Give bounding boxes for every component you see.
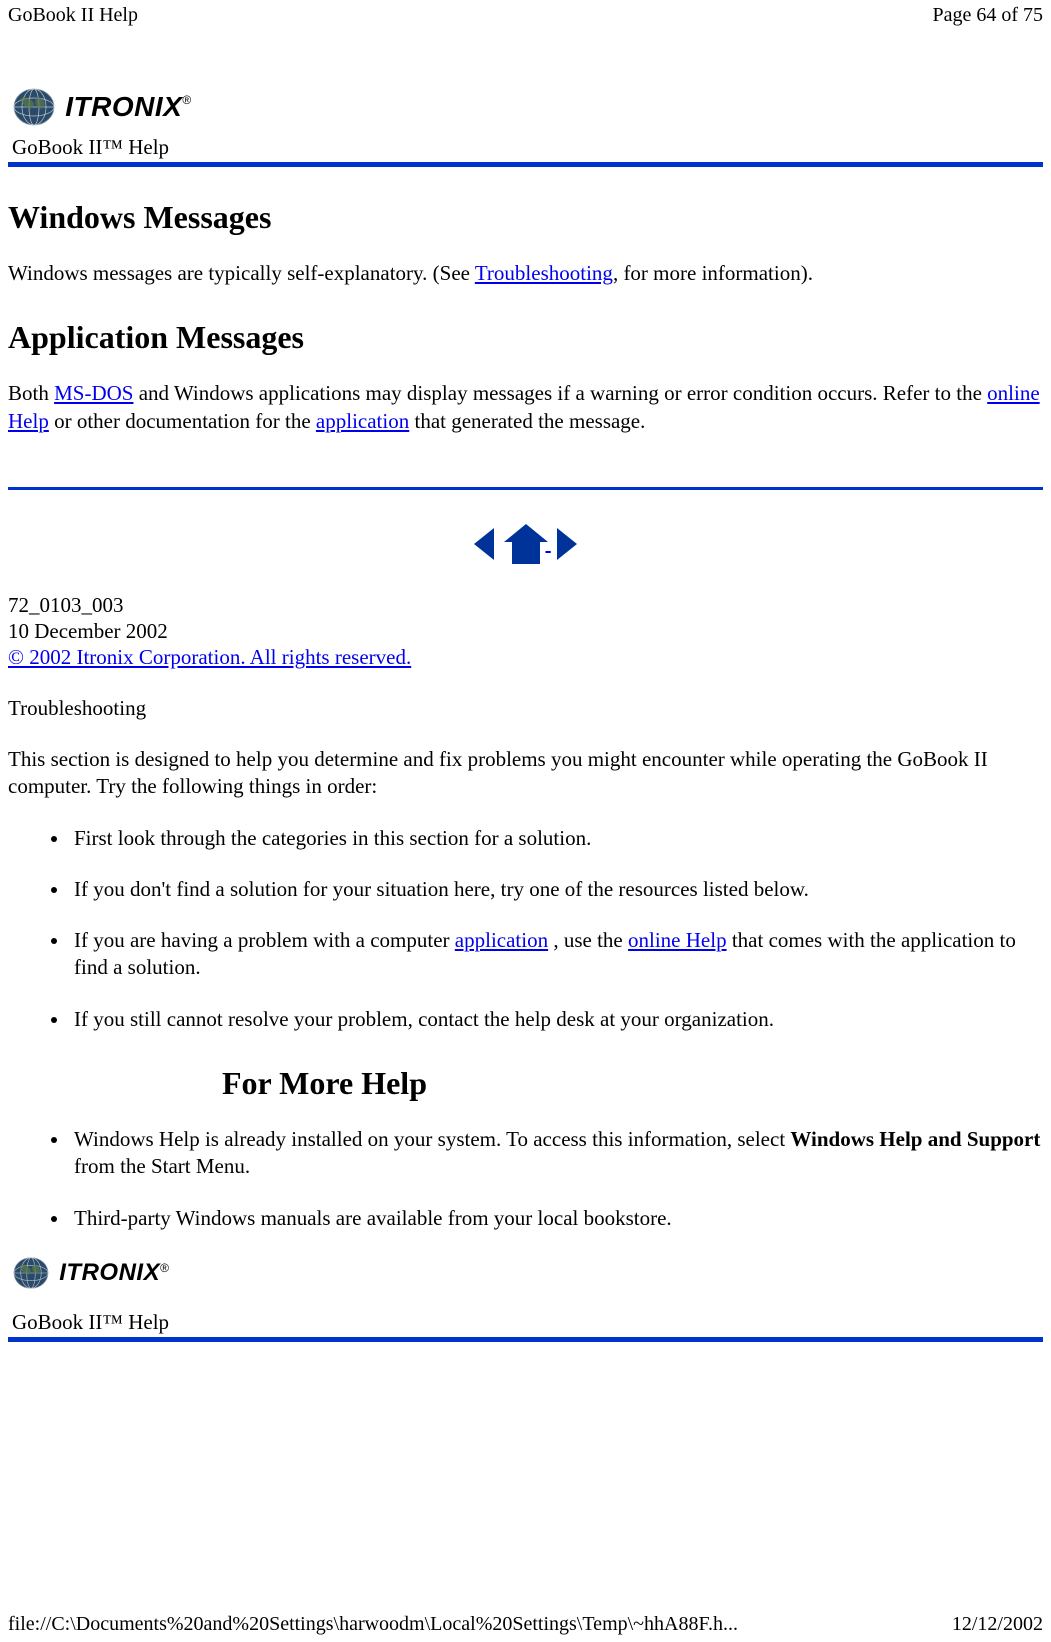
heading-windows-messages: Windows Messages	[8, 199, 1043, 236]
bold-windows-help: Windows Help and Support	[790, 1127, 1040, 1151]
list-item: First look through the categories in thi…	[70, 825, 1043, 852]
doc-date: 10 December 2002	[8, 618, 1043, 644]
list-item: If you are having a problem with a compu…	[70, 927, 1043, 982]
footer-path: file://C:\Documents%20and%20Settings\har…	[8, 1613, 738, 1636]
nav-prev-button[interactable]	[474, 530, 500, 554]
paragraph-windows-messages: Windows messages are typically self-expl…	[8, 260, 1043, 287]
arrow-left-icon	[474, 528, 494, 560]
divider	[8, 487, 1043, 490]
logo-block-2: ITRONIX®	[12, 1256, 1043, 1290]
home-icon	[506, 524, 546, 564]
list-item: Windows Help is already installed on you…	[70, 1126, 1043, 1181]
logo-text-2: ITRONIX®	[59, 1259, 169, 1287]
link-copyright[interactable]: © 2002 Itronix Corporation. All rights r…	[8, 645, 411, 669]
troubleshooting-list: First look through the categories in thi…	[8, 825, 1043, 1033]
troubleshooting-intro: This section is designed to help you det…	[8, 746, 1043, 801]
header-title: GoBook II Help	[8, 4, 138, 27]
globe-icon	[12, 87, 56, 127]
page-footer: file://C:\Documents%20and%20Settings\har…	[8, 1613, 1043, 1636]
link-application[interactable]: application	[316, 409, 409, 433]
page-header: GoBook II Help Page 64 of 75	[0, 0, 1051, 27]
help-subtitle-2: GoBook II™ Help	[12, 1310, 1043, 1335]
paragraph-application-messages: Both MS-DOS and Windows applications may…	[8, 380, 1043, 435]
nav-home-button[interactable]	[506, 530, 551, 554]
doc-info: 72_0103_003 10 December 2002 © 2002 Itro…	[8, 592, 1043, 671]
itronix-logo-2: ITRONIX®	[12, 1256, 169, 1290]
list-item: If you still cannot resolve your problem…	[70, 1006, 1043, 1033]
logo-text: ITRONIX®	[65, 91, 191, 123]
divider	[8, 162, 1043, 167]
nav-next-button[interactable]	[551, 530, 577, 554]
link-troubleshooting[interactable]: Troubleshooting	[475, 261, 613, 285]
link-application-2[interactable]: application	[455, 928, 548, 952]
link-msdos[interactable]: MS-DOS	[54, 381, 133, 405]
link-online-help-2[interactable]: online Help	[628, 928, 727, 952]
list-item: Third-party Windows manuals are availabl…	[70, 1205, 1043, 1232]
page-number: Page 64 of 75	[932, 4, 1043, 27]
list-item: If you don't find a solution for your si…	[70, 876, 1043, 903]
globe-icon	[12, 1256, 50, 1290]
nav-block	[8, 524, 1043, 564]
troubleshooting-title: Troubleshooting	[8, 695, 1043, 722]
heading-application-messages: Application Messages	[8, 319, 1043, 356]
doc-id: 72_0103_003	[8, 592, 1043, 618]
heading-for-more-help: For More Help	[222, 1065, 1043, 1102]
more-help-list: Windows Help is already installed on you…	[8, 1126, 1043, 1232]
arrow-right-icon	[557, 528, 577, 560]
divider	[8, 1337, 1043, 1342]
itronix-logo: ITRONIX®	[12, 87, 192, 127]
help-subtitle: GoBook II™ Help	[12, 135, 1043, 160]
footer-date: 12/12/2002	[952, 1613, 1043, 1636]
logo-block: ITRONIX®	[12, 87, 1043, 127]
